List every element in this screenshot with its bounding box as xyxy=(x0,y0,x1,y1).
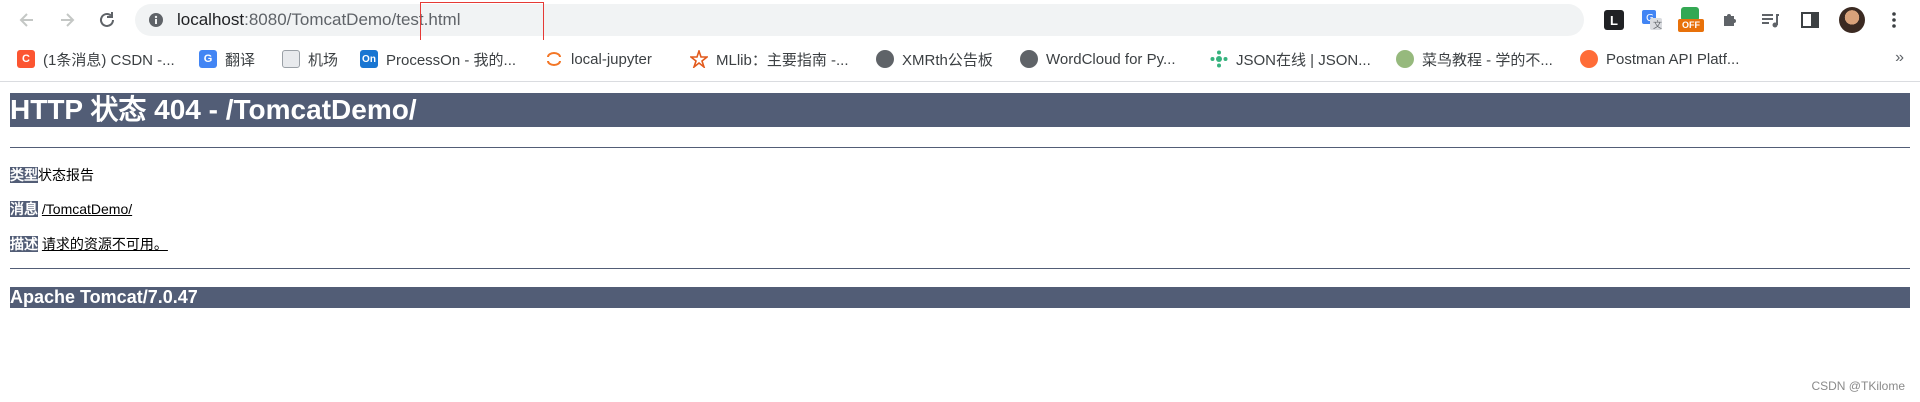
more-bookmarks-chevron-icon[interactable]: » xyxy=(1895,49,1904,67)
off-badge: OFF xyxy=(1678,19,1704,32)
bookmark-xmrth[interactable]: XMRth公告板 xyxy=(876,40,993,78)
bookmark-label: (1条消息) CSDN -... xyxy=(43,51,175,69)
csdn-icon: C xyxy=(17,50,35,68)
media-button[interactable] xyxy=(1756,6,1784,34)
page-title: HTTP 状态 404 - /TomcatDemo/ xyxy=(10,93,1910,127)
google-translate-icon: G xyxy=(199,50,217,68)
message-value-text: /TomcatDemo/ xyxy=(41,201,133,217)
menu-button[interactable] xyxy=(1880,6,1908,34)
svg-text:文: 文 xyxy=(1653,19,1662,31)
playlist-icon xyxy=(1762,14,1779,28)
puzzle-icon xyxy=(1724,14,1736,26)
description-value: 请求的资源不可用。 xyxy=(42,236,168,252)
bookmark-airport[interactable]: 机场 xyxy=(282,40,338,78)
server-version-footer: Apache Tomcat/7.0.47 xyxy=(10,287,1910,308)
bookmarks-bar: C (1条消息) CSDN -... G 翻译 机场 On ProcessOn … xyxy=(0,40,1920,82)
reload-icon xyxy=(100,12,114,27)
forward-button[interactable] xyxy=(52,5,82,35)
globe-icon xyxy=(1020,50,1038,68)
bookmark-label: 翻译 xyxy=(225,51,256,69)
type-label: 类型 xyxy=(10,167,38,183)
bookmark-label: XMRth公告板 xyxy=(902,51,993,69)
description-label: 描述 xyxy=(10,236,38,252)
description-value-text: 请求的资源不可用。 xyxy=(41,236,168,252)
bookmark-jupyter[interactable]: local-jupyter xyxy=(545,40,652,78)
back-button[interactable] xyxy=(12,5,42,35)
bookmark-label: Postman API Platf... xyxy=(1606,50,1740,68)
bookmark-runoob[interactable]: 菜鸟教程 - 学的不... xyxy=(1396,40,1553,78)
reload-button[interactable] xyxy=(92,5,122,35)
processon-icon: On xyxy=(360,50,378,68)
type-row: 类型状态报告 xyxy=(10,166,94,184)
bookmark-label: JSON在线 | JSON... xyxy=(1236,51,1371,69)
bookmark-wordcloud[interactable]: WordCloud for Py... xyxy=(1020,40,1176,78)
profile-button[interactable] xyxy=(1838,6,1866,34)
bookmark-label: MLlib：主要指南 -... xyxy=(716,51,849,69)
page-icon xyxy=(282,50,300,68)
runoob-icon xyxy=(1396,50,1414,68)
extension-badge-icon: OFF xyxy=(1678,7,1704,33)
bookmark-postman[interactable]: Postman API Platf... xyxy=(1580,40,1739,78)
spark-icon xyxy=(690,50,708,68)
arrow-left-icon xyxy=(19,13,33,27)
bookmark-label: WordCloud for Py... xyxy=(1046,50,1176,68)
extensions-button[interactable] xyxy=(1716,6,1744,34)
leanote-extension-icon[interactable]: L xyxy=(1600,6,1628,34)
kebab-menu-icon xyxy=(1892,12,1896,28)
json-icon xyxy=(1210,50,1228,68)
message-label: 消息 xyxy=(10,201,38,217)
bookmark-json[interactable]: JSON在线 | JSON... xyxy=(1210,40,1371,78)
url-host: localhost xyxy=(177,10,245,29)
bookmark-label: 机场 xyxy=(308,51,339,69)
avatar xyxy=(1839,7,1865,33)
postman-icon xyxy=(1580,50,1598,68)
google-translate-ext-icon[interactable]: G文 xyxy=(1638,6,1666,34)
bookmark-csdn[interactable]: C (1条消息) CSDN -... xyxy=(17,40,175,78)
side-panel-button[interactable] xyxy=(1796,6,1824,34)
watermark: CSDN @TKilome xyxy=(1811,379,1905,393)
url-path: :8080/TomcatDemo/test.html xyxy=(244,10,461,29)
type-value: 状态报告 xyxy=(38,167,94,183)
address-bar[interactable]: localhost:8080/TomcatDemo/test.html xyxy=(135,4,1584,36)
bookmark-translate[interactable]: G 翻译 xyxy=(199,40,255,78)
url-text[interactable]: localhost:8080/TomcatDemo/test.html xyxy=(177,4,460,36)
bookmark-label: local-jupyter xyxy=(571,50,652,68)
jupyter-icon xyxy=(545,50,563,68)
message-value: /TomcatDemo/ xyxy=(42,201,132,217)
off-badge-extension[interactable]: OFF xyxy=(1676,6,1704,34)
site-info-icon[interactable] xyxy=(148,12,164,28)
description-row: 描述 请求的资源不可用。 xyxy=(10,235,168,253)
side-panel-icon xyxy=(1801,12,1819,28)
browser-toolbar: localhost:8080/TomcatDemo/test.html L G文… xyxy=(0,0,1920,40)
bookmark-label: 菜鸟教程 - 学的不... xyxy=(1422,51,1553,69)
leanote-letter: L xyxy=(1604,10,1624,30)
globe-icon xyxy=(876,50,894,68)
bookmark-processon[interactable]: On ProcessOn - 我的... xyxy=(360,40,516,78)
divider xyxy=(10,147,1910,148)
translate-icon: G文 xyxy=(1642,10,1662,31)
message-row: 消息 /TomcatDemo/ xyxy=(10,200,132,218)
bookmark-mllib[interactable]: MLlib：主要指南 -... xyxy=(690,40,849,78)
arrow-right-icon xyxy=(61,13,75,27)
bookmark-label: ProcessOn - 我的... xyxy=(386,51,517,69)
divider xyxy=(10,268,1910,269)
